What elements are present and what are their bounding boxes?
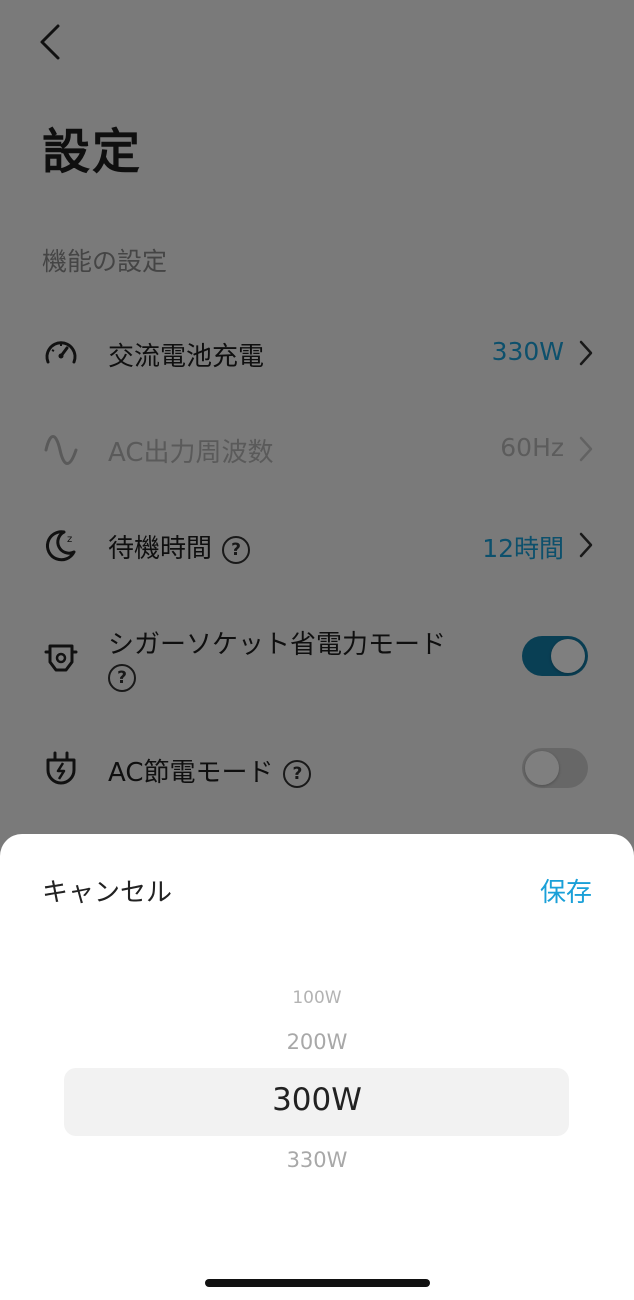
save-button[interactable]: 保存	[540, 872, 592, 909]
home-indicator	[205, 1279, 430, 1287]
picker-option[interactable]: 200W	[0, 1030, 634, 1054]
cancel-button[interactable]: キャンセル	[42, 872, 172, 909]
picker-sheet: キャンセル 保存 100W 200W 300W 330W	[0, 834, 634, 1300]
picker-option[interactable]: 100W	[0, 988, 634, 1008]
picker-option[interactable]: 330W	[0, 1148, 634, 1172]
picker-option-selected[interactable]: 300W	[0, 1082, 634, 1118]
